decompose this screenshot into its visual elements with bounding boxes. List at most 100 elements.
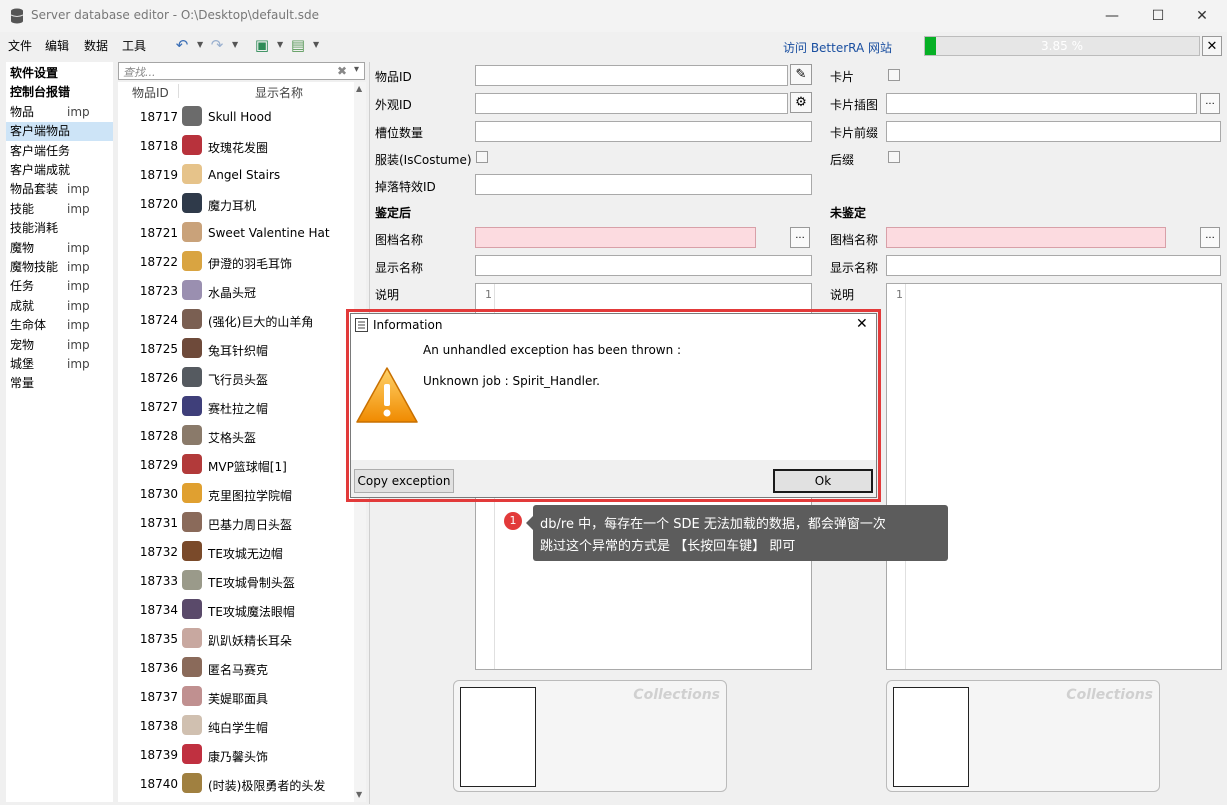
table-row[interactable]: 18727 赛杜拉之帽 xyxy=(118,392,354,421)
nav-item[interactable]: 生命体 imp xyxy=(6,316,113,335)
nav-item[interactable]: 客户端成就 xyxy=(6,161,113,180)
visit-betterra-link[interactable]: 访问 BetterRA 网站 xyxy=(783,39,892,56)
search-input[interactable]: 查找... ✖ ▾ xyxy=(118,62,365,80)
import-icon[interactable]: ▣ xyxy=(252,36,272,54)
nav-item[interactable]: 技能 imp xyxy=(6,200,113,219)
edit-icon[interactable]: ✎ xyxy=(790,64,812,85)
search-dropdown-icon[interactable]: ▾ xyxy=(354,64,359,75)
column-header-name[interactable]: 显示名称 xyxy=(255,84,303,101)
line-number: 1 xyxy=(896,288,903,301)
label-resource-name: 图档名称 xyxy=(375,233,424,247)
table-row[interactable]: 18735 趴趴妖精长耳朵 xyxy=(118,624,354,653)
menu-tools[interactable]: 工具 xyxy=(122,37,146,54)
view-id-field[interactable] xyxy=(475,93,788,114)
column-header-id[interactable]: 物品ID xyxy=(132,84,169,101)
unidentified-resource-browse-button[interactable]: ... xyxy=(1200,227,1220,248)
slots-field[interactable] xyxy=(475,121,812,142)
table-row[interactable]: 18726 飞行员头盔 xyxy=(118,363,354,392)
dialog-close-button[interactable]: ✕ xyxy=(856,316,868,332)
export-dropdown-icon[interactable]: ▼ xyxy=(313,40,319,49)
ok-button[interactable]: Ok xyxy=(773,469,873,493)
unidentified-description-editor[interactable]: 1 xyxy=(886,283,1222,670)
minimize-button[interactable]: — xyxy=(1089,0,1135,32)
table-row[interactable]: 18733 TE攻城骨制头盔 xyxy=(118,566,354,595)
identified-resource-browse-button[interactable]: ... xyxy=(790,227,810,248)
table-row[interactable]: 18737 芙媞耶面具 xyxy=(118,682,354,711)
scroll-down-icon[interactable]: ▼ xyxy=(356,790,362,799)
table-row[interactable]: 18725 兔耳针织帽 xyxy=(118,334,354,363)
table-row[interactable]: 18738 纯白学生帽 xyxy=(118,711,354,740)
postfix-checkbox[interactable] xyxy=(888,151,900,163)
table-row[interactable]: 18728 艾格头盔 xyxy=(118,421,354,450)
table-row[interactable]: 18730 克里图拉学院帽 xyxy=(118,479,354,508)
clear-search-icon[interactable]: ✖ xyxy=(337,64,347,78)
row-item-id: 18722 xyxy=(139,255,178,269)
unidentified-collection-panel: Collections xyxy=(886,680,1160,792)
redo-dropdown-icon[interactable]: ▼ xyxy=(232,40,238,49)
scroll-up-icon[interactable]: ▲ xyxy=(356,84,362,93)
close-window-button[interactable]: ✕ xyxy=(1179,0,1225,32)
card-illust-browse-button[interactable]: ... xyxy=(1200,93,1220,114)
identified-resource-field[interactable] xyxy=(475,227,756,248)
nav-item[interactable]: 常量 xyxy=(6,374,113,393)
nav-item[interactable]: 控制台报错 xyxy=(6,83,113,102)
item-sprite-icon xyxy=(182,280,202,300)
nav-item[interactable]: 成就 imp xyxy=(6,297,113,316)
table-row[interactable]: 18739 康乃馨头饰 xyxy=(118,740,354,769)
table-row[interactable]: 18722 伊澄的羽毛耳饰 xyxy=(118,247,354,276)
progress-close-button[interactable]: ✕ xyxy=(1202,36,1222,56)
row-item-id: 18719 xyxy=(139,168,178,182)
card-checkbox[interactable] xyxy=(888,69,900,81)
nav-item[interactable]: 宠物 imp xyxy=(6,336,113,355)
nav-item[interactable]: 客户端任务 xyxy=(6,142,113,161)
nav-item[interactable]: 物品 imp xyxy=(6,103,113,122)
table-row[interactable]: 18723 水晶头冠 xyxy=(118,276,354,305)
nav-item[interactable]: 城堡 imp xyxy=(6,355,113,374)
nav-item[interactable]: 软件设置 xyxy=(6,64,113,83)
table-row[interactable]: 18718 玫瑰花发圈 xyxy=(118,131,354,160)
undo-dropdown-icon[interactable]: ▼ xyxy=(197,40,203,49)
unidentified-resource-field[interactable] xyxy=(886,227,1166,248)
item-list[interactable]: 18717 Skull Hood 18718 玫瑰花发圈 18719 Angel Stai… xyxy=(118,100,354,802)
table-row[interactable]: 18721 Sweet Valentine Hat xyxy=(118,218,354,247)
menu-edit[interactable]: 编辑 xyxy=(45,37,69,54)
table-row[interactable]: 18717 Skull Hood xyxy=(118,102,354,131)
card-prefix-field[interactable] xyxy=(886,121,1221,142)
label-slots: 槽位数量 xyxy=(375,126,424,140)
table-row[interactable]: 18720 魔力耳机 xyxy=(118,189,354,218)
table-row[interactable]: 18729 MVP篮球帽[1] xyxy=(118,450,354,479)
undo-icon[interactable]: ↶ xyxy=(172,36,192,54)
unidentified-display-name-field[interactable] xyxy=(886,255,1221,276)
table-row[interactable]: 18740 (时装)极限勇者的头发 xyxy=(118,769,354,798)
redo-icon[interactable]: ↷ xyxy=(207,36,227,54)
table-row[interactable]: 18736 匿名马赛克 xyxy=(118,653,354,682)
gear-icon[interactable]: ⚙ xyxy=(790,92,812,113)
is-costume-checkbox[interactable] xyxy=(476,151,488,163)
menu-data[interactable]: 数据 xyxy=(84,37,108,54)
menu-file[interactable]: 文件 xyxy=(8,37,32,54)
column-divider[interactable] xyxy=(178,84,179,98)
nav-item[interactable]: 技能消耗 xyxy=(6,219,113,238)
info-document-icon xyxy=(355,318,368,332)
row-item-id: 18738 xyxy=(139,719,178,733)
nav-item-label: 客户端任务 xyxy=(10,143,71,158)
nav-item[interactable]: 客户端物品 xyxy=(6,122,113,142)
card-illust-field[interactable] xyxy=(886,93,1197,114)
identified-display-name-field[interactable] xyxy=(475,255,812,276)
maximize-button[interactable]: ☐ xyxy=(1135,0,1181,32)
table-row[interactable]: 18731 巴基力周日头盔 xyxy=(118,508,354,537)
nav-item[interactable]: 物品套装 imp xyxy=(6,180,113,199)
export-icon[interactable]: ▤ xyxy=(288,36,308,54)
table-row[interactable]: 18732 TE攻城无边帽 xyxy=(118,537,354,566)
table-row[interactable]: 18719 Angel Stairs xyxy=(118,160,354,189)
import-dropdown-icon[interactable]: ▼ xyxy=(277,40,283,49)
nav-item[interactable]: 魔物 imp xyxy=(6,239,113,258)
copy-exception-button[interactable]: Copy exception xyxy=(354,469,454,493)
table-row[interactable]: 18724 (强化)巨大的山羊角 xyxy=(118,305,354,334)
row-item-id: 18736 xyxy=(139,661,178,675)
nav-item[interactable]: 魔物技能 imp xyxy=(6,258,113,277)
drop-effect-field[interactable] xyxy=(475,174,812,195)
item-id-field[interactable] xyxy=(475,65,788,86)
nav-item[interactable]: 任务 imp xyxy=(6,277,113,296)
table-row[interactable]: 18734 TE攻城魔法眼帽 xyxy=(118,595,354,624)
